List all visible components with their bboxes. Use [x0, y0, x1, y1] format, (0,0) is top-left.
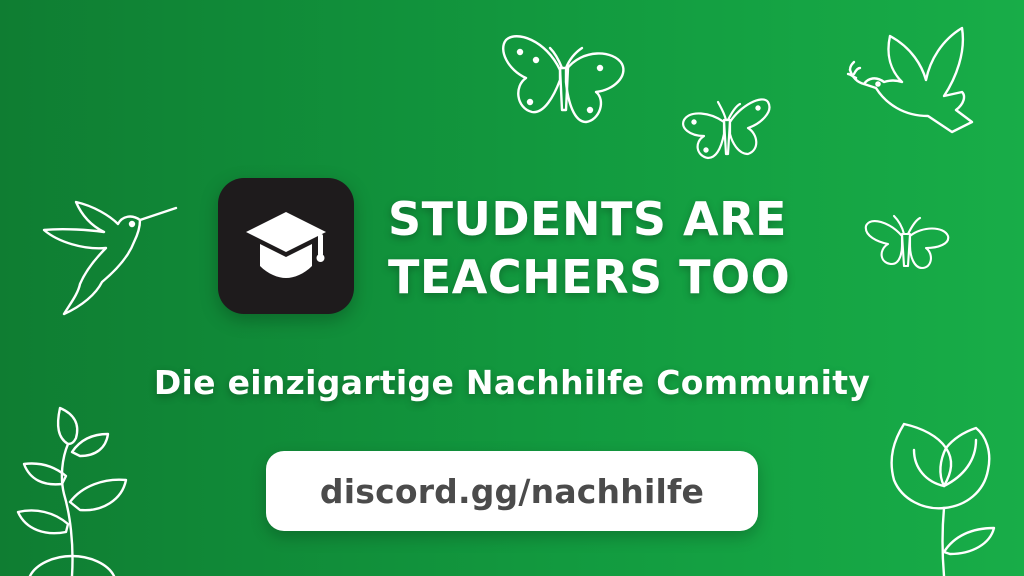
butterfly-icon [864, 212, 950, 274]
app-icon-tile [218, 178, 354, 314]
sprout-icon [10, 404, 160, 576]
butterfly-icon [496, 30, 630, 130]
discord-invite-link[interactable]: discord.gg/nachhilfe [266, 451, 758, 531]
butterfly-icon [680, 92, 774, 166]
rose-icon [884, 420, 1004, 576]
graduation-cap-icon [246, 212, 326, 278]
tagline: Die einzigartige Nachhilfe Community [153, 363, 871, 402]
invite-link-text: discord.gg/nachhilfe [319, 471, 705, 511]
headline: STUDENTS ARE TEACHERS TOO [388, 190, 790, 306]
promo-banner: STUDENTS ARE TEACHERS TOO Die einzigarti… [0, 0, 1024, 576]
headline-line-2: TEACHERS TOO [388, 250, 791, 304]
hummingbird-icon [40, 196, 180, 316]
dove-icon [846, 24, 978, 140]
headline-line-1: STUDENTS ARE [388, 192, 787, 246]
